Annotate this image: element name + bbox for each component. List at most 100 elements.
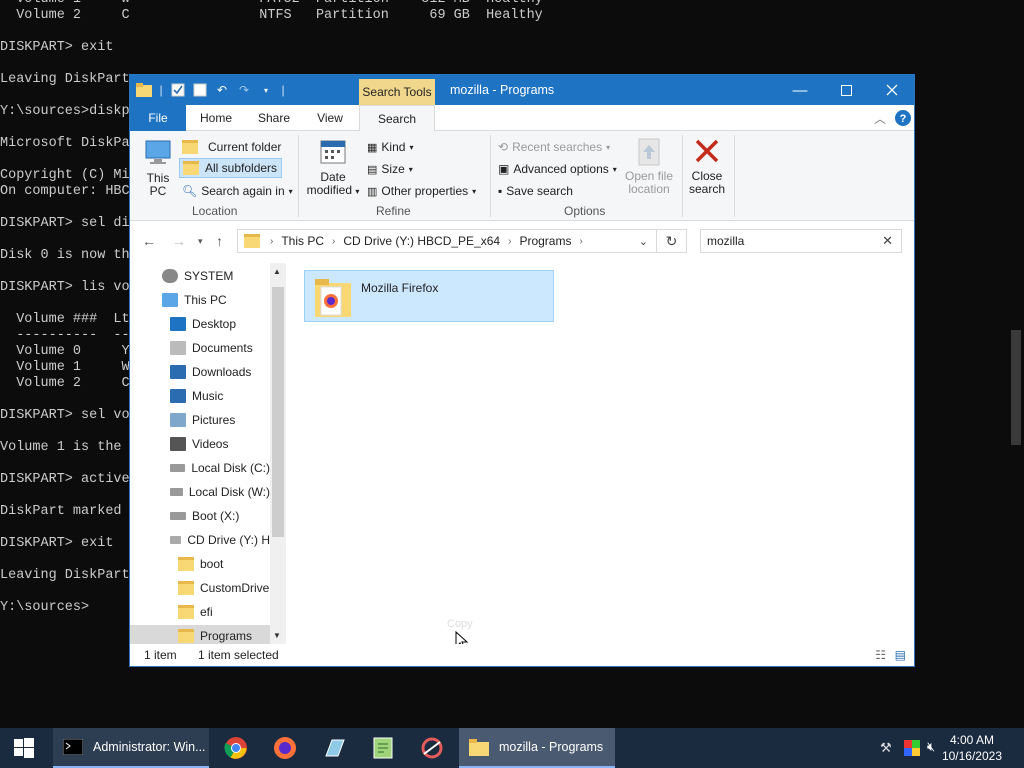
file-item-mozilla-firefox[interactable]: Mozilla Firefox — [304, 270, 554, 322]
nav-item-label: This PC — [184, 293, 227, 307]
tool-taskbar-button[interactable] — [408, 728, 456, 768]
tray-tool-icon[interactable]: ⚒ — [880, 740, 892, 756]
tab-home[interactable]: Home — [194, 105, 238, 131]
nav-item[interactable]: CustomDrive — [130, 577, 270, 599]
advanced-options-button[interactable]: ▣ Advanced options ▾ — [498, 159, 617, 179]
chevron-right-icon[interactable]: › — [332, 236, 335, 247]
navigation-pane-scrollbar[interactable]: ▲ ▼ — [270, 263, 286, 644]
redo-icon[interactable]: ↷ — [236, 82, 252, 98]
videos-icon — [170, 437, 186, 451]
new-folder-icon[interactable] — [192, 82, 208, 98]
minimize-button[interactable]: — — [777, 75, 823, 105]
nav-item[interactable]: Documents — [130, 337, 270, 359]
taskbar-item-command-prompt[interactable]: Administrator: Win... — [53, 728, 209, 768]
nav-item[interactable]: efi — [130, 601, 270, 623]
breadcrumb-this-pc[interactable]: This PC — [281, 234, 324, 248]
nav-item[interactable]: Music — [130, 385, 270, 407]
large-icons-view-icon[interactable]: ▤ — [895, 648, 906, 662]
breadcrumb-programs[interactable]: Programs — [519, 234, 571, 248]
nav-item[interactable]: Videos — [130, 433, 270, 455]
all-subfolders-button[interactable]: All subfolders — [179, 158, 283, 178]
tab-share[interactable]: Share — [250, 105, 298, 131]
size-icon: ▤ — [367, 163, 378, 176]
color-tray-icon[interactable] — [904, 740, 920, 756]
computer-icon — [145, 140, 171, 164]
nav-item[interactable]: This PC — [130, 289, 270, 311]
other-properties-button[interactable]: ▥ Other properties ▾ — [367, 181, 476, 201]
app-taskbar-button[interactable] — [310, 728, 358, 768]
properties-icon[interactable] — [170, 82, 186, 98]
console-scroll-thumb[interactable] — [1011, 330, 1021, 445]
details-view-icon[interactable]: ☷ — [875, 648, 886, 662]
collapse-ribbon-icon[interactable]: ︿ — [870, 105, 890, 131]
navigation-pane-scroll-thumb[interactable] — [272, 287, 284, 537]
ribbon-search: This PC Current folder All subfolders 🔍︎… — [130, 131, 914, 221]
date-modified-button[interactable]: Date modified ▾ — [302, 137, 364, 198]
navigation-pane[interactable]: SYSTEM This PC Desktop Documents Downloads Mu… — [130, 263, 286, 644]
nav-item[interactable]: Boot (X:) — [130, 505, 270, 527]
scroll-up-icon[interactable]: ▲ — [273, 267, 281, 276]
breadcrumb-cd-drive[interactable]: CD Drive (Y:) HBCD_PE_x64 — [343, 234, 500, 248]
open-file-location-button[interactable]: Open file location — [620, 137, 678, 196]
undo-icon[interactable]: ↶ — [214, 82, 230, 98]
current-folder-button[interactable]: Current folder — [182, 137, 281, 157]
folder-icon[interactable] — [136, 82, 152, 98]
tab-search[interactable]: Search — [359, 105, 435, 132]
scroll-down-icon[interactable]: ▼ — [273, 631, 281, 640]
nav-item-label: Pictures — [192, 413, 236, 427]
chevron-right-icon[interactable]: › — [579, 236, 582, 247]
file-explorer-window[interactable]: | ↶ ↷ ▾ | Search Tools mozilla - Program… — [129, 74, 915, 667]
nav-item[interactable]: Desktop — [130, 313, 270, 335]
console-scrollbar[interactable] — [1007, 0, 1024, 728]
refresh-button[interactable]: ↻ — [657, 229, 687, 253]
clock-date: 10/16/2023 — [941, 749, 1002, 763]
nav-item[interactable]: Programs — [130, 625, 270, 644]
customize-toolbar-icon[interactable]: ▾ — [258, 82, 274, 98]
nav-item[interactable]: CD Drive (Y:) H — [130, 529, 270, 551]
save-search-button[interactable]: ▪ Save search — [498, 181, 573, 201]
address-bar[interactable]: › This PC › CD Drive (Y:) HBCD_PE_x64 › … — [237, 229, 657, 253]
nav-item[interactable]: boot — [130, 553, 270, 575]
recent-locations-chevron-icon[interactable]: ▾ — [198, 236, 203, 247]
nav-item-label: Videos — [192, 437, 229, 451]
clear-search-icon[interactable]: ✕ — [882, 233, 893, 249]
chrome-taskbar-button[interactable] — [212, 728, 260, 768]
address-dropdown-chevron-icon[interactable]: ⌄ — [639, 235, 648, 248]
close-search-button[interactable]: Close search — [686, 137, 728, 196]
nav-item[interactable]: Pictures — [130, 409, 270, 431]
recent-searches-button[interactable]: ⟲ Recent searches ▾ — [498, 137, 610, 157]
search-input[interactable]: mozilla ✕ — [700, 229, 902, 253]
chevron-right-icon[interactable]: › — [270, 236, 273, 247]
chevron-right-icon[interactable]: › — [508, 236, 511, 247]
notepad-icon — [373, 737, 393, 759]
taskbar-item-explorer[interactable]: mozilla - Programs — [459, 728, 615, 768]
start-button[interactable] — [0, 728, 48, 768]
nav-item[interactable]: Local Disk (W:) — [130, 481, 270, 503]
file-list[interactable]: Mozilla Firefox Copy — [287, 263, 914, 651]
forward-arrow-icon[interactable]: → — [172, 233, 186, 249]
nav-item[interactable]: SYSTEM — [130, 265, 270, 287]
clock[interactable]: 4:00 AM 10/16/2023 — [942, 732, 1002, 764]
tab-file[interactable]: File — [130, 105, 186, 131]
title-bar[interactable]: | ↶ ↷ ▾ | Search Tools mozilla - Program… — [130, 75, 914, 105]
back-arrow-icon[interactable]: ← — [142, 233, 156, 249]
this-pc-button[interactable]: This PC — [138, 137, 178, 198]
search-again-in-button[interactable]: 🔍︎ Search again in ▾ — [182, 181, 293, 201]
drive-icon — [170, 488, 183, 496]
firefox-taskbar-button[interactable] — [261, 728, 309, 768]
notepad-taskbar-button[interactable] — [359, 728, 407, 768]
drive-icon — [170, 464, 186, 472]
nav-item-label: Programs — [200, 629, 253, 643]
nav-item-label: efi — [200, 605, 213, 619]
maximize-button[interactable] — [823, 75, 869, 105]
nav-item[interactable]: Downloads — [130, 361, 270, 383]
up-arrow-icon[interactable]: ↑ — [216, 233, 223, 249]
calendar-icon — [320, 140, 346, 164]
nav-item[interactable]: Local Disk (C:) — [130, 457, 270, 479]
size-button[interactable]: ▤ Size ▾ — [367, 159, 413, 179]
tab-view[interactable]: View — [308, 105, 352, 131]
close-button[interactable] — [869, 75, 915, 105]
help-icon[interactable]: ? — [894, 105, 912, 131]
volume-muted-icon[interactable]: 🔇︎ — [927, 739, 935, 755]
kind-button[interactable]: ▦ Kind ▾ — [367, 137, 413, 157]
